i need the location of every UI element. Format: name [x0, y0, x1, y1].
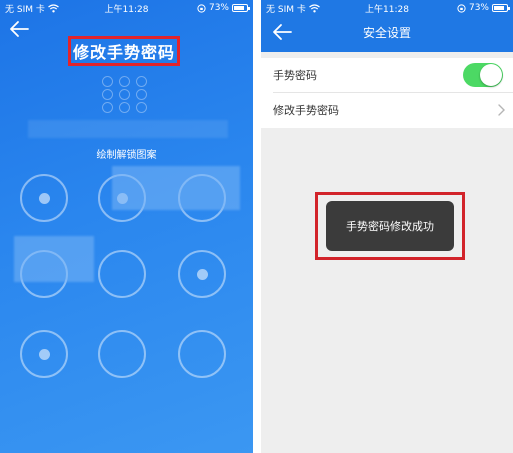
page-title: 安全设置 — [362, 26, 411, 40]
draw-pattern-hint: 绘制解锁图案 — [96, 150, 157, 161]
battery-icon — [232, 4, 250, 12]
preview-dot — [119, 102, 130, 113]
status-right-group: 73% — [197, 3, 250, 13]
redaction-patch — [28, 120, 228, 138]
battery-percent: 73% — [208, 3, 229, 13]
node-center — [38, 348, 50, 360]
toast: 手势密码修改成功 — [326, 201, 454, 251]
pattern-node[interactable] — [20, 330, 68, 378]
setting-row-gesture-password: 手势密码 — [261, 58, 513, 93]
status-bar: 无 SIM 卡 上午11:28 73% — [261, 0, 513, 16]
gesture-password-toggle[interactable] — [463, 63, 503, 87]
preview-dot — [102, 76, 113, 87]
pattern-node[interactable] — [20, 174, 68, 222]
preview-dot — [119, 89, 130, 100]
preview-dot — [136, 89, 147, 100]
settings-list: 手势密码 修改手势密码 — [261, 58, 513, 128]
pattern-node[interactable] — [98, 330, 146, 378]
preview-dot — [119, 76, 130, 87]
toggle-knob — [480, 64, 502, 86]
toast-message: 手势密码修改成功 — [346, 220, 434, 233]
screen-divider — [253, 0, 261, 453]
pattern-node[interactable] — [178, 330, 226, 378]
pattern-node[interactable] — [178, 250, 226, 298]
pattern-preview — [102, 76, 154, 113]
title-highlight-box: 修改手势密码 — [68, 36, 180, 66]
preview-dot — [102, 102, 113, 113]
preview-dot — [136, 102, 147, 113]
pattern-node[interactable] — [98, 250, 146, 298]
security-settings-screen: 无 SIM 卡 上午11:28 73% 安全设置 手势密码 修改手势密码 手势密… — [261, 0, 513, 453]
status-bar: 无 SIM 卡 上午11:28 73% — [0, 0, 253, 16]
back-arrow-icon[interactable] — [8, 18, 30, 40]
redaction-patch — [14, 236, 94, 282]
node-center — [38, 192, 50, 204]
node-center — [196, 268, 208, 280]
status-right-group: 73% — [457, 3, 510, 13]
setting-label: 手势密码 — [273, 69, 317, 82]
redaction-patch — [112, 166, 240, 210]
battery-icon — [492, 4, 510, 12]
battery-percent: 73% — [468, 3, 489, 13]
preview-dot — [136, 76, 147, 87]
chevron-right-icon — [498, 104, 505, 116]
orientation-lock-icon — [457, 3, 466, 13]
setting-label: 修改手势密码 — [273, 104, 339, 117]
setting-row-change-gesture[interactable]: 修改手势密码 — [261, 93, 513, 127]
toast-highlight-box: 手势密码修改成功 — [315, 192, 465, 260]
gesture-pattern-screen: 无 SIM 卡 上午11:28 73% 修改手势密码 绘制解锁图案 — [0, 0, 253, 453]
orientation-lock-icon — [197, 3, 206, 13]
nav-header: 无 SIM 卡 上午11:28 73% 安全设置 — [261, 0, 513, 52]
page-title: 修改手势密码 — [72, 43, 175, 62]
preview-dot — [102, 89, 113, 100]
